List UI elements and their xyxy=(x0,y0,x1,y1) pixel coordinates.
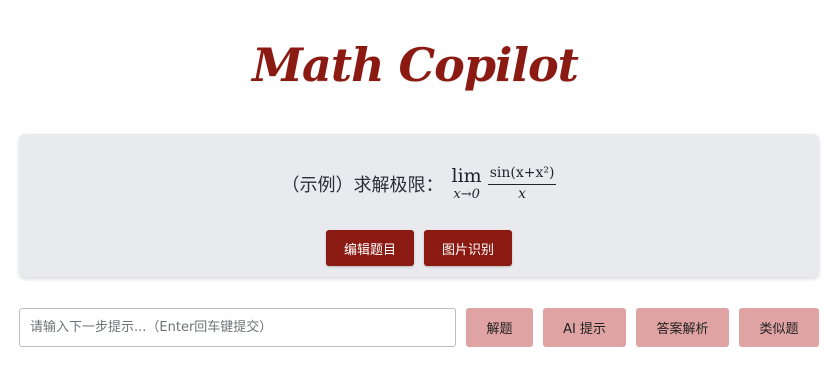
step-input-bar: 解题 AI 提示 答案解析 类似题 xyxy=(19,308,819,347)
ai-hint-button[interactable]: AI 提示 xyxy=(543,308,626,347)
fraction: sin(x+x²) x xyxy=(487,164,557,203)
limit-word: lim xyxy=(451,164,482,187)
next-step-input[interactable] xyxy=(19,308,456,347)
fraction-denominator: x xyxy=(518,186,527,202)
app-logo: Math Copilot xyxy=(252,38,579,92)
image-recognition-button[interactable]: 图片识别 xyxy=(424,230,512,266)
edit-problem-button[interactable]: 编辑题目 xyxy=(326,230,414,266)
answer-explanation-button[interactable]: 答案解析 xyxy=(636,308,729,347)
fraction-numerator: sin(x+x²) xyxy=(487,164,557,185)
problem-prefix: （示例）求解极限： xyxy=(281,174,444,196)
problem-card: （示例）求解极限： lim x→0 sin(x+x²) x 编辑题目 图片识别 xyxy=(19,134,819,277)
math-copilot-app: Math Copilot （示例）求解极限： lim x→0 sin(x+x²)… xyxy=(0,0,830,372)
limit-expression: lim x→0 sin(x+x²) x xyxy=(452,164,557,203)
similar-problems-button[interactable]: 类似题 xyxy=(739,308,819,347)
limit-operator: lim x→0 xyxy=(452,165,482,203)
solve-button[interactable]: 解题 xyxy=(466,308,533,347)
problem-statement: （示例）求解极限： lim x→0 sin(x+x²) x xyxy=(19,164,819,203)
limit-subscript: x→0 xyxy=(453,186,480,202)
problem-actions: 编辑题目 图片识别 xyxy=(19,230,819,266)
